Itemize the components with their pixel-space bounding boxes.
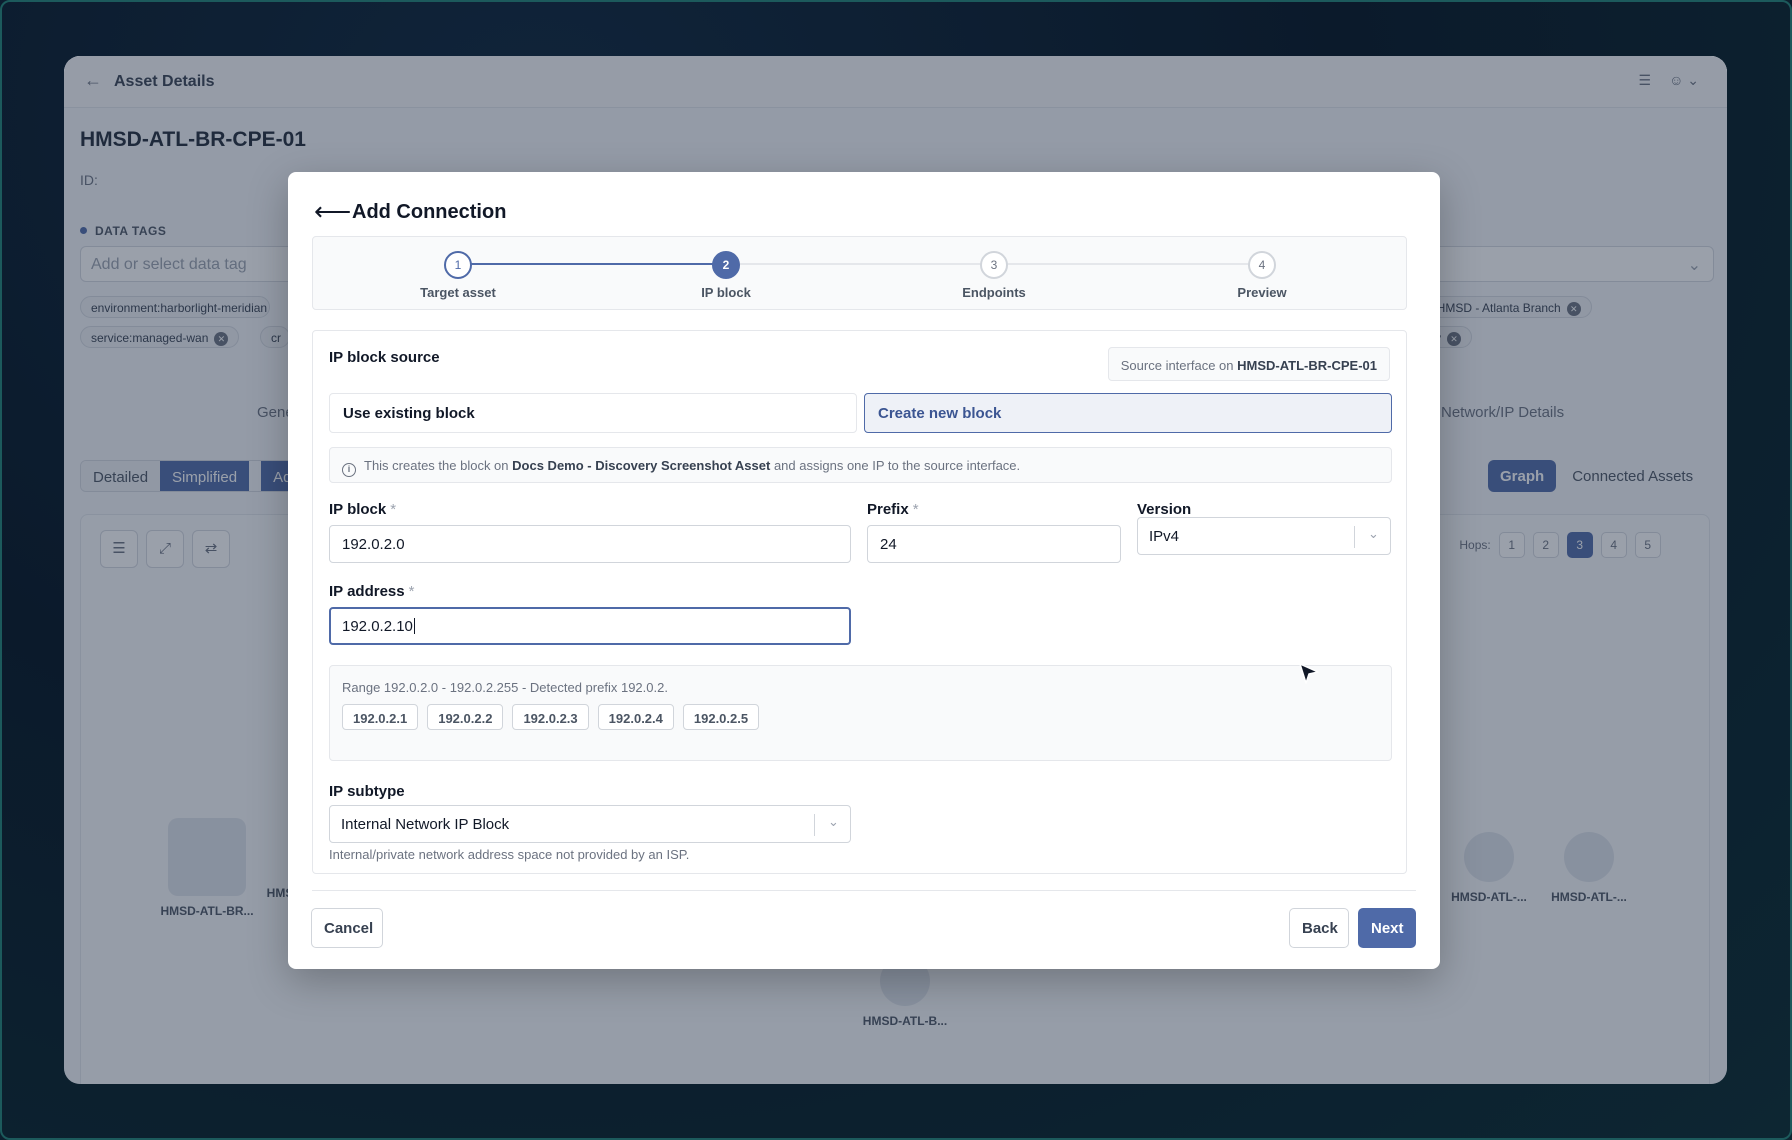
source-interface-badge: Source interface on HMSD-ATL-BR-CPE-01: [1107, 347, 1390, 381]
hop-option[interactable]: 2: [1532, 532, 1559, 558]
graph-node[interactable]: HMSD-ATL-...: [1544, 832, 1634, 904]
hop-option[interactable]: 1: [1498, 532, 1525, 558]
ip-address-input[interactable]: 192.0.2.10: [329, 607, 851, 645]
section-title: IP block source: [329, 349, 440, 366]
ip-suggestion-chip[interactable]: 192.0.2.3: [512, 704, 589, 730]
step-target-asset[interactable]: 1 Target asset: [388, 251, 528, 300]
canvas-tools: ☰ ⤢ ⇄: [100, 530, 230, 568]
step-preview: 4 Preview: [1192, 251, 1332, 300]
router-icon: [1564, 832, 1614, 882]
connected-assets-tab[interactable]: Connected Assets: [1560, 460, 1705, 492]
app-header: ← Asset Details ☰ ☺ ⌄: [64, 56, 1727, 108]
ip-block-panel: IP block source Source interface on HMSD…: [312, 330, 1407, 874]
graph-node[interactable]: HMSD-ATL-BR...: [152, 818, 262, 918]
modal-title: Add Connection: [352, 201, 507, 223]
create-new-block-button[interactable]: Create new block: [864, 393, 1392, 433]
tag-input-dropdown[interactable]: ⌄: [1404, 246, 1714, 282]
prefix-label: Prefix *: [867, 501, 919, 518]
back-button[interactable]: Back: [1289, 908, 1349, 948]
user-icon[interactable]: ☺ ⌄: [1669, 72, 1699, 89]
cancel-button[interactable]: Cancel: [311, 908, 383, 948]
hop-option[interactable]: 4: [1600, 532, 1627, 558]
back-arrow-icon[interactable]: ⟵: [314, 198, 351, 224]
prefix-input[interactable]: 24: [867, 525, 1121, 563]
step-endpoints: 3 Endpoints: [924, 251, 1064, 300]
ip-suggestion-chip[interactable]: 192.0.2.1: [342, 704, 419, 730]
data-tag-chip[interactable]: service:managed-wan ✕: [80, 326, 240, 348]
info-icon: i: [342, 463, 356, 477]
header-icons: ☰ ☺ ⌄: [1639, 72, 1699, 89]
version-select[interactable]: IPv4 ⌄: [1137, 517, 1391, 555]
tab-network-ip-details[interactable]: Network/IP Details: [1441, 404, 1564, 421]
data-tag-chip[interactable]: environment:harborlight-meridian: [80, 296, 270, 318]
hop-option[interactable]: 3: [1566, 532, 1593, 558]
filter-icon[interactable]: ☰: [1639, 72, 1652, 89]
tag-input[interactable]: Add or select data tag: [80, 246, 310, 282]
remove-tag-icon[interactable]: ✕: [214, 332, 229, 346]
ip-suggestion-chip[interactable]: 192.0.2.2: [427, 704, 504, 730]
chevron-down-icon: ⌄: [1368, 526, 1379, 541]
asset-id-label: ID:: [80, 172, 98, 188]
asset-name: HMSD-ATL-BR-CPE-01: [80, 128, 306, 151]
ip-subtype-hint: Internal/private network address space n…: [329, 847, 690, 862]
remove-tag-icon[interactable]: ✕: [1566, 302, 1581, 316]
info-message: i This creates the block on Docs Demo - D…: [329, 447, 1392, 483]
add-connection-modal: ⟵ Add Connection 1 Target asset 2 IP blo…: [288, 172, 1440, 969]
ip-subtype-label: IP subtype: [329, 783, 405, 800]
footer-divider: [312, 890, 1416, 891]
graph-toggle: Graph Connected Assets: [1488, 460, 1705, 492]
back-arrow-icon[interactable]: ←: [84, 70, 102, 91]
hop-option[interactable]: 5: [1634, 532, 1661, 558]
version-label: Version: [1137, 501, 1192, 518]
graph-tab[interactable]: Graph: [1488, 460, 1557, 492]
data-tag-chip[interactable]: cr: [260, 326, 290, 348]
detailed-toggle[interactable]: Detailed: [81, 461, 161, 491]
remove-tag-icon[interactable]: ✕: [1447, 332, 1461, 346]
ip-suggestion-chip[interactable]: 192.0.2.4: [597, 704, 674, 730]
next-button[interactable]: Next: [1358, 908, 1416, 948]
header-title: Asset Details: [114, 73, 215, 90]
suggestion-list: 192.0.2.1 192.0.2.2 192.0.2.3 192.0.2.4 …: [342, 704, 760, 730]
graph-node[interactable]: HMSD-ATL-...: [1444, 832, 1534, 904]
hops-selector: 01 Hops: 1 2 3 4 5: [1424, 532, 1661, 558]
ip-block-label: IP block *: [329, 501, 397, 518]
simplified-toggle[interactable]: Simplified: [160, 461, 250, 491]
ip-range-suggestions: Range 192.0.2.0 - 192.0.2.255 - Detected…: [329, 665, 1392, 761]
step-ip-block[interactable]: 2 IP block: [656, 251, 796, 300]
use-existing-block-button[interactable]: Use existing block: [329, 393, 857, 433]
ip-suggestion-chip[interactable]: 192.0.2.5: [682, 704, 760, 730]
view-toggle: Detailed Simplified Ad: [80, 460, 305, 492]
ip-block-input[interactable]: 192.0.2.0: [329, 525, 851, 563]
router-icon: [1464, 832, 1514, 882]
fullscreen-icon[interactable]: ⤢: [146, 530, 184, 568]
swap-icon[interactable]: ⇄: [192, 530, 230, 568]
mouse-cursor-icon: [1299, 663, 1319, 684]
chevron-down-icon: ⌄: [1687, 257, 1701, 274]
stepper: 1 Target asset 2 IP block 3 Endpoints 4 …: [312, 236, 1407, 310]
settings-sliders-icon[interactable]: ☰: [100, 530, 138, 568]
ip-address-label: IP address *: [329, 583, 415, 600]
range-text: Range 192.0.2.0 - 192.0.2.255 - Detected…: [342, 680, 668, 695]
router-icon: [168, 818, 246, 896]
data-tags-label: DATA TAGS: [80, 224, 166, 238]
ip-subtype-select[interactable]: Internal Network IP Block ⌄: [329, 805, 851, 843]
chevron-down-icon: ⌄: [828, 814, 839, 829]
